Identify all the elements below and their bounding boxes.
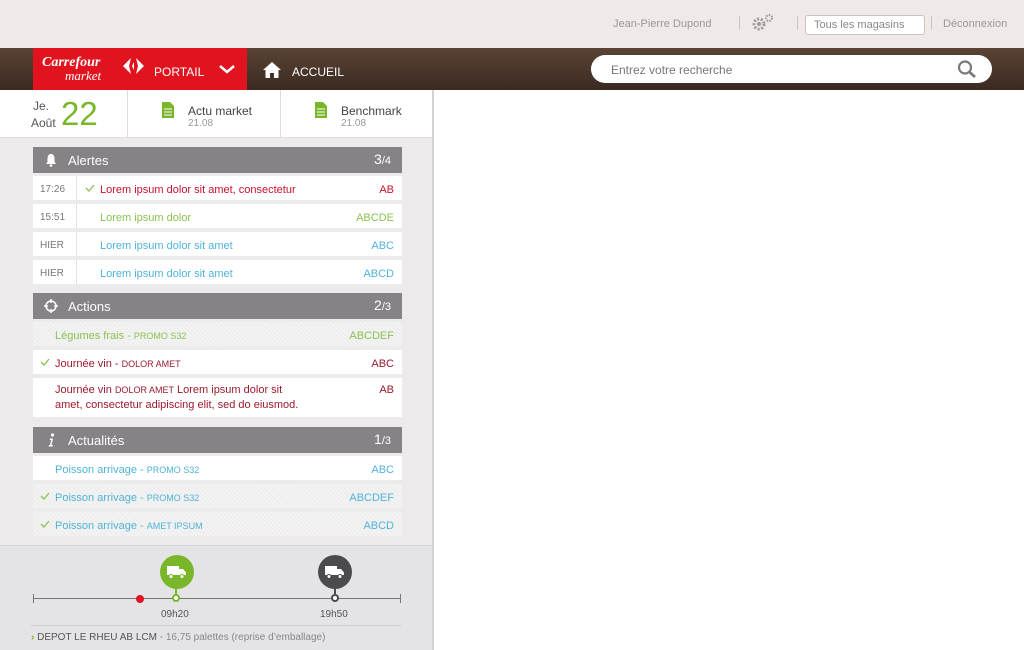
alert-code: AB bbox=[379, 184, 394, 196]
store-select[interactable]: Tous les magasins bbox=[805, 15, 925, 35]
news-row[interactable]: Poisson arrivage - AMET IPSUM ABCD bbox=[33, 512, 402, 536]
alert-time: 15:51 bbox=[33, 204, 77, 228]
action-code: ABCDEF bbox=[349, 330, 394, 342]
alerts-count: 3/4 bbox=[374, 151, 391, 167]
delivery-time: 19h50 bbox=[320, 609, 348, 620]
actions-title: Actions bbox=[68, 299, 111, 314]
news-code: ABCDEF bbox=[349, 492, 394, 504]
action-code: AB bbox=[379, 384, 394, 396]
timeline-point bbox=[331, 594, 339, 602]
divider bbox=[931, 16, 932, 30]
portal-label: PORTAIL bbox=[154, 65, 205, 79]
timeline-axis bbox=[33, 598, 401, 599]
alert-code: ABCDE bbox=[356, 212, 394, 224]
chevron-right-icon: › bbox=[31, 632, 35, 643]
news-text: Poisson arrivage - PROMO S32 bbox=[55, 492, 200, 504]
carrefour-logo-icon bbox=[123, 58, 144, 74]
timeline-point bbox=[172, 594, 180, 602]
action-row[interactable]: Légumes frais - PROMO S32 ABCDEF bbox=[33, 322, 402, 346]
month-label: Août bbox=[31, 116, 56, 130]
alert-code: ABCD bbox=[363, 268, 394, 280]
check-icon bbox=[40, 492, 50, 500]
alert-row[interactable]: HIER Lorem ipsum dolor sit amet ABC bbox=[33, 232, 402, 256]
info-icon bbox=[48, 433, 55, 447]
news-code: ABCD bbox=[363, 520, 394, 532]
actions-header[interactable]: Actions 2/3 bbox=[33, 293, 402, 319]
doc-title[interactable]: Benchmark bbox=[341, 104, 402, 118]
chevron-down-icon bbox=[219, 65, 235, 74]
action-code: ABC bbox=[371, 358, 394, 370]
action-text: Journée vin DOLOR AMET Lorem ipsum dolor… bbox=[55, 384, 283, 396]
actions-count: 2/3 bbox=[374, 297, 391, 313]
action-row[interactable]: Journée vin DOLOR AMET Lorem ipsum dolor… bbox=[33, 378, 402, 417]
alert-time: 17:26 bbox=[33, 176, 77, 200]
alert-time: HIER bbox=[33, 232, 77, 256]
divider bbox=[739, 16, 740, 30]
action-text: Journée vin - DOLOR AMET bbox=[55, 358, 181, 370]
home-link[interactable]: ACCUEIL bbox=[292, 65, 344, 79]
news-header[interactable]: Actualités 1/3 bbox=[33, 427, 402, 453]
timeline-tick bbox=[400, 594, 401, 603]
day-abbreviation: Je. bbox=[33, 99, 50, 113]
delivery-time: 09h20 bbox=[161, 609, 189, 620]
alert-row[interactable]: 17:26 Lorem ipsum dolor sit amet, consec… bbox=[33, 176, 402, 200]
check-icon bbox=[40, 358, 50, 366]
divider bbox=[31, 625, 401, 626]
delivery-truck-button[interactable] bbox=[318, 555, 352, 589]
alert-text: Lorem ipsum dolor sit amet bbox=[100, 240, 233, 252]
alert-text: Lorem ipsum dolor sit amet, consectetur bbox=[100, 184, 296, 196]
depot-name: DEPOT LE RHEU AB LCM bbox=[37, 632, 157, 643]
brand-logo-subtext: market bbox=[65, 68, 102, 83]
top-bar: Jean-Pierre Dupond Tous les magasins Déc… bbox=[0, 0, 1024, 48]
home-icon[interactable] bbox=[262, 61, 282, 79]
depot-info[interactable]: › DEPOT LE RHEU AB LCM - 16,75 palettes … bbox=[31, 632, 325, 643]
alert-text: Lorem ipsum dolor sit amet bbox=[100, 268, 233, 280]
news-text: Poisson arrivage - AMET IPSUM bbox=[55, 520, 203, 532]
doc-date: 21.08 bbox=[188, 118, 214, 129]
document-icon bbox=[315, 102, 327, 118]
alerts-header[interactable]: Alertes 3/4 bbox=[33, 147, 402, 173]
divider bbox=[797, 16, 798, 30]
truck-icon bbox=[325, 566, 344, 579]
alert-row[interactable]: HIER Lorem ipsum dolor sit amet ABCD bbox=[33, 260, 402, 284]
timeline-tick bbox=[33, 594, 34, 603]
delivery-truck-button[interactable] bbox=[160, 555, 194, 589]
bell-icon bbox=[46, 154, 56, 167]
news-count: 1/3 bbox=[374, 431, 391, 447]
check-icon bbox=[40, 520, 50, 528]
action-text: Légumes frais - PROMO S32 bbox=[55, 330, 187, 342]
news-title: Actualités bbox=[68, 433, 125, 448]
target-icon bbox=[44, 299, 58, 313]
settings-gear-icon[interactable] bbox=[750, 12, 776, 34]
logout-link[interactable]: Déconnexion bbox=[943, 18, 1007, 30]
day-number: 22 bbox=[61, 95, 98, 132]
search-input[interactable]: Entrez votre recherche bbox=[591, 55, 992, 83]
news-code: ABC bbox=[371, 464, 394, 476]
check-icon bbox=[85, 184, 95, 192]
alert-text: Lorem ipsum dolor bbox=[100, 212, 192, 224]
news-text: Poisson arrivage - PROMO S32 bbox=[55, 464, 200, 476]
search-icon[interactable] bbox=[957, 60, 977, 78]
action-row[interactable]: Journée vin - DOLOR AMET ABC bbox=[33, 350, 402, 374]
doc-date: 21.08 bbox=[341, 118, 367, 129]
alert-code: ABC bbox=[371, 240, 394, 252]
news-row[interactable]: Poisson arrivage - PROMO S32 ABC bbox=[33, 456, 402, 480]
current-time-marker bbox=[136, 595, 144, 603]
doc-title[interactable]: Actu market bbox=[188, 104, 252, 118]
action-text-line2: amet, consectetur adipiscing elit, sed d… bbox=[55, 399, 299, 411]
alert-time: HIER bbox=[33, 260, 77, 284]
depot-detail: - 16,75 palettes (reprise d’emballage) bbox=[156, 632, 326, 643]
user-name[interactable]: Jean-Pierre Dupond bbox=[613, 18, 711, 30]
alert-row[interactable]: 15:51 Lorem ipsum dolor ABCDE bbox=[33, 204, 402, 228]
portal-menu-button[interactable]: Carrefour market PORTAIL bbox=[33, 48, 247, 90]
news-row[interactable]: Poisson arrivage - PROMO S32 ABCDEF bbox=[33, 484, 402, 508]
alerts-title: Alertes bbox=[68, 153, 109, 168]
document-icon bbox=[162, 102, 174, 118]
truck-icon bbox=[167, 566, 186, 579]
search-placeholder: Entrez votre recherche bbox=[611, 63, 733, 77]
